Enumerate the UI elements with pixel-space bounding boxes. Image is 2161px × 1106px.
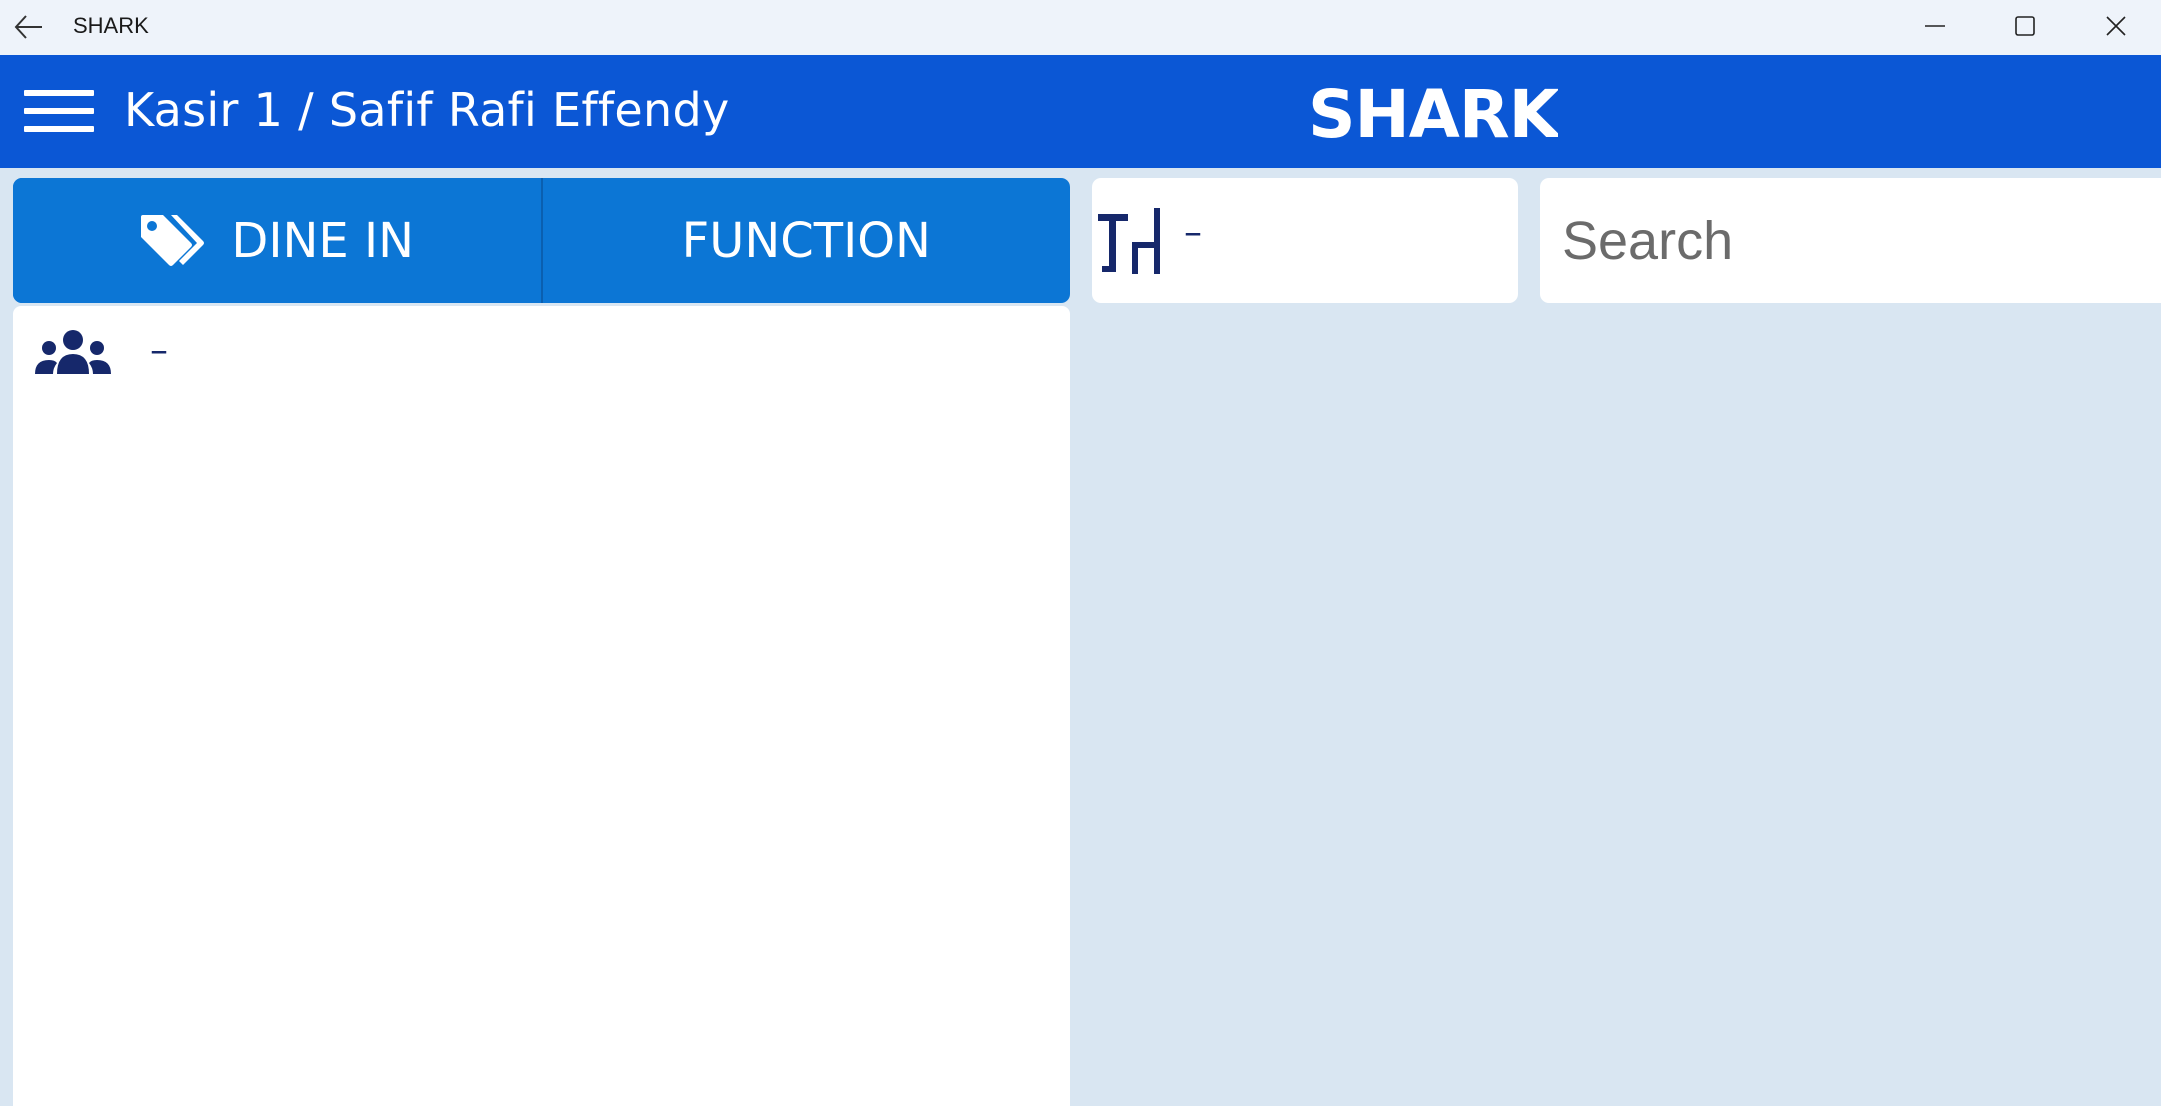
users-icon	[35, 330, 111, 382]
close-button[interactable]	[2071, 0, 2161, 55]
dine-in-label: DINE IN	[231, 212, 415, 269]
hamburger-icon[interactable]	[24, 88, 94, 136]
function-button[interactable]: FUNCTION	[543, 178, 1071, 303]
title-bar: SHARK	[0, 0, 2161, 55]
search-box	[1540, 178, 2161, 303]
maximize-icon	[2014, 15, 2036, 41]
minimize-icon	[1924, 15, 1946, 41]
table-field[interactable]: –	[1092, 178, 1518, 303]
svg-text:SHARK: SHARK	[1308, 77, 1558, 147]
customer-panel: –	[13, 306, 1070, 1106]
search-input[interactable]	[1562, 178, 2161, 303]
customer-value: –	[150, 330, 168, 371]
window-title: SHARK	[73, 13, 149, 38]
function-label: FUNCTION	[681, 212, 931, 269]
tags-icon	[139, 213, 205, 269]
app-header: Kasir 1 / Safif Rafi Effendy SHARK	[0, 55, 2161, 168]
table-value: –	[1184, 212, 1202, 253]
cashier-label: Kasir 1 / Safif Rafi Effendy	[124, 83, 730, 137]
maximize-button[interactable]	[1980, 0, 2070, 55]
close-icon	[2105, 15, 2127, 41]
shark-logo: SHARK	[1308, 77, 1558, 147]
table-chair-icon	[1098, 208, 1162, 274]
arrow-left-icon[interactable]	[14, 14, 44, 40]
dine-in-button[interactable]: DINE IN	[13, 178, 541, 303]
minimize-button[interactable]	[1890, 0, 1980, 55]
order-type-bar: DINE IN FUNCTION	[13, 178, 1070, 303]
